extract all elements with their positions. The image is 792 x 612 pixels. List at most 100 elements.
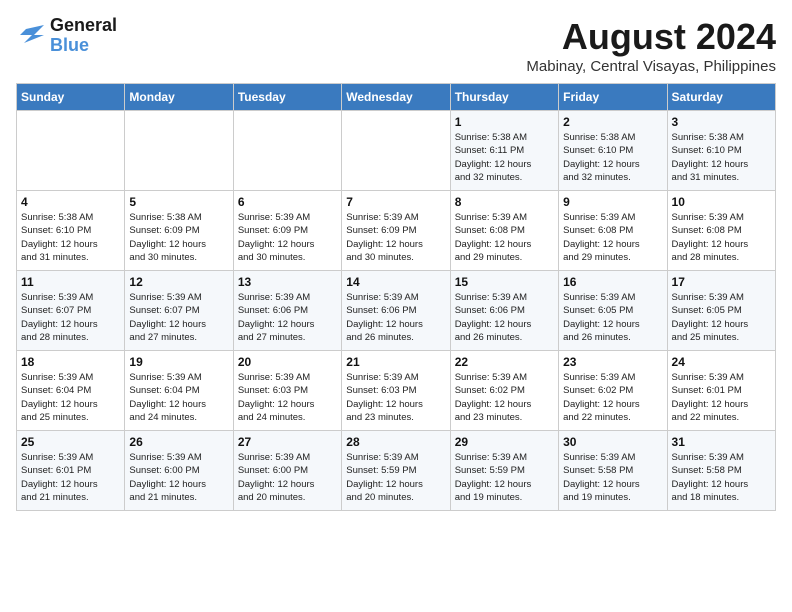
calendar-cell: 13Sunrise: 5:39 AM Sunset: 6:06 PM Dayli… <box>233 271 341 351</box>
week-row-4: 18 Sunrise: 5:39 AM Sunset: 6:04 PM Dayli… <box>17 351 776 431</box>
calendar-cell: 31 Sunrise: 5:39 AM Sunset: 5:58 PM Dayli… <box>667 431 775 511</box>
day-number: 11 <box>21 275 120 289</box>
day-info: Sunrise: 5:38 AM Sunset: 6:10 PM Dayligh… <box>563 131 662 184</box>
calendar-cell: 30 Sunrise: 5:39 AM Sunset: 5:58 PM Dayli… <box>559 431 667 511</box>
calendar-cell <box>233 111 341 191</box>
day-info: Sunrise: 5:38 AM Sunset: 6:09 PM Dayligh… <box>129 211 228 264</box>
logo-text: General Blue <box>50 16 117 56</box>
day-info: Sunrise: 5:38 AM Sunset: 6:11 PM Dayligh… <box>455 131 554 184</box>
day-info: Sunrise: 5:39 AM Sunset: 6:04 PM Dayligh… <box>129 371 228 424</box>
day-number: 29 <box>455 435 554 449</box>
week-row-2: 4 Sunrise: 5:38 AM Sunset: 6:10 PM Daylig… <box>17 191 776 271</box>
day-info: Sunrise: 5:39 AM Sunset: 5:58 PM Dayligh… <box>672 451 771 504</box>
day-info: Sunrise: 5:39 AM Sunset: 6:04 PM Dayligh… <box>21 371 120 424</box>
weekday-header-sunday: Sunday <box>17 84 125 111</box>
calendar-cell: 19 Sunrise: 5:39 AM Sunset: 6:04 PM Dayli… <box>125 351 233 431</box>
day-number: 18 <box>21 355 120 369</box>
day-number: 30 <box>563 435 662 449</box>
calendar-cell: 17 Sunrise: 5:39 AM Sunset: 6:05 PM Dayli… <box>667 271 775 351</box>
day-info: Sunrise: 5:39 AM Sunset: 6:01 PM Dayligh… <box>21 451 120 504</box>
calendar-cell: 2 Sunrise: 5:38 AM Sunset: 6:10 PM Daylig… <box>559 111 667 191</box>
calendar-cell: 18 Sunrise: 5:39 AM Sunset: 6:04 PM Dayli… <box>17 351 125 431</box>
title-block: August 2024 Mabinay, Central Visayas, Ph… <box>526 16 776 75</box>
calendar-cell: 25Sunrise: 5:39 AM Sunset: 6:01 PM Dayli… <box>17 431 125 511</box>
day-number: 14 <box>346 275 445 289</box>
calendar-cell: 28 Sunrise: 5:39 AM Sunset: 5:59 PM Dayli… <box>342 431 450 511</box>
day-info: Sunrise: 5:39 AM Sunset: 6:08 PM Dayligh… <box>672 211 771 264</box>
day-number: 1 <box>455 115 554 129</box>
calendar-cell: 21Sunrise: 5:39 AM Sunset: 6:03 PM Dayli… <box>342 351 450 431</box>
day-info: Sunrise: 5:39 AM Sunset: 6:00 PM Dayligh… <box>129 451 228 504</box>
weekday-header-thursday: Thursday <box>450 84 558 111</box>
calendar-cell <box>342 111 450 191</box>
weekday-header-friday: Friday <box>559 84 667 111</box>
day-info: Sunrise: 5:38 AM Sunset: 6:10 PM Dayligh… <box>21 211 120 264</box>
day-number: 27 <box>238 435 337 449</box>
logo-icon <box>16 21 46 51</box>
calendar-cell: 6 Sunrise: 5:39 AM Sunset: 6:09 PM Daylig… <box>233 191 341 271</box>
calendar-cell <box>17 111 125 191</box>
calendar-cell: 10 Sunrise: 5:39 AM Sunset: 6:08 PM Dayli… <box>667 191 775 271</box>
day-number: 6 <box>238 195 337 209</box>
day-number: 31 <box>672 435 771 449</box>
logo-line2: Blue <box>50 35 89 55</box>
day-info: Sunrise: 5:39 AM Sunset: 5:58 PM Dayligh… <box>563 451 662 504</box>
day-info: Sunrise: 5:39 AM Sunset: 6:02 PM Dayligh… <box>455 371 554 424</box>
location-subtitle: Mabinay, Central Visayas, Philippines <box>526 58 776 75</box>
calendar-cell: 14 Sunrise: 5:39 AM Sunset: 6:06 PM Dayli… <box>342 271 450 351</box>
calendar-cell: 15Sunrise: 5:39 AM Sunset: 6:06 PM Dayli… <box>450 271 558 351</box>
calendar-cell: 4 Sunrise: 5:38 AM Sunset: 6:10 PM Daylig… <box>17 191 125 271</box>
day-info: Sunrise: 5:39 AM Sunset: 6:07 PM Dayligh… <box>129 291 228 344</box>
weekday-header-row: SundayMondayTuesdayWednesdayThursdayFrid… <box>17 84 776 111</box>
day-number: 2 <box>563 115 662 129</box>
calendar-cell: 8 Sunrise: 5:39 AM Sunset: 6:08 PM Daylig… <box>450 191 558 271</box>
day-number: 13 <box>238 275 337 289</box>
logo-line1: General <box>50 16 117 36</box>
weekday-header-monday: Monday <box>125 84 233 111</box>
day-number: 16 <box>563 275 662 289</box>
week-row-5: 25Sunrise: 5:39 AM Sunset: 6:01 PM Dayli… <box>17 431 776 511</box>
day-number: 3 <box>672 115 771 129</box>
calendar-cell: 1 Sunrise: 5:38 AM Sunset: 6:11 PM Daylig… <box>450 111 558 191</box>
day-number: 28 <box>346 435 445 449</box>
calendar-cell: 16Sunrise: 5:39 AM Sunset: 6:05 PM Dayli… <box>559 271 667 351</box>
day-number: 9 <box>563 195 662 209</box>
day-info: Sunrise: 5:39 AM Sunset: 6:05 PM Dayligh… <box>672 291 771 344</box>
page-header: General Blue August 2024 Mabinay, Centra… <box>16 16 776 75</box>
day-number: 22 <box>455 355 554 369</box>
day-info: Sunrise: 5:39 AM Sunset: 5:59 PM Dayligh… <box>455 451 554 504</box>
day-info: Sunrise: 5:39 AM Sunset: 6:06 PM Dayligh… <box>346 291 445 344</box>
calendar-cell: 26Sunrise: 5:39 AM Sunset: 6:00 PM Dayli… <box>125 431 233 511</box>
day-info: Sunrise: 5:39 AM Sunset: 6:03 PM Dayligh… <box>238 371 337 424</box>
calendar-cell: 22 Sunrise: 5:39 AM Sunset: 6:02 PM Dayli… <box>450 351 558 431</box>
calendar-table: SundayMondayTuesdayWednesdayThursdayFrid… <box>16 83 776 511</box>
week-row-1: 1 Sunrise: 5:38 AM Sunset: 6:11 PM Daylig… <box>17 111 776 191</box>
day-number: 19 <box>129 355 228 369</box>
day-info: Sunrise: 5:39 AM Sunset: 6:07 PM Dayligh… <box>21 291 120 344</box>
day-info: Sunrise: 5:38 AM Sunset: 6:10 PM Dayligh… <box>672 131 771 184</box>
day-info: Sunrise: 5:39 AM Sunset: 6:08 PM Dayligh… <box>455 211 554 264</box>
day-info: Sunrise: 5:39 AM Sunset: 5:59 PM Dayligh… <box>346 451 445 504</box>
day-number: 4 <box>21 195 120 209</box>
logo: General Blue <box>16 16 117 56</box>
day-info: Sunrise: 5:39 AM Sunset: 6:06 PM Dayligh… <box>455 291 554 344</box>
weekday-header-saturday: Saturday <box>667 84 775 111</box>
week-row-3: 11 Sunrise: 5:39 AM Sunset: 6:07 PM Dayli… <box>17 271 776 351</box>
day-number: 10 <box>672 195 771 209</box>
day-info: Sunrise: 5:39 AM Sunset: 6:09 PM Dayligh… <box>346 211 445 264</box>
calendar-cell: 7 Sunrise: 5:39 AM Sunset: 6:09 PM Daylig… <box>342 191 450 271</box>
day-info: Sunrise: 5:39 AM Sunset: 6:08 PM Dayligh… <box>563 211 662 264</box>
calendar-cell: 3 Sunrise: 5:38 AM Sunset: 6:10 PM Daylig… <box>667 111 775 191</box>
day-info: Sunrise: 5:39 AM Sunset: 6:02 PM Dayligh… <box>563 371 662 424</box>
calendar-cell: 23Sunrise: 5:39 AM Sunset: 6:02 PM Dayli… <box>559 351 667 431</box>
day-info: Sunrise: 5:39 AM Sunset: 6:01 PM Dayligh… <box>672 371 771 424</box>
calendar-cell: 9 Sunrise: 5:39 AM Sunset: 6:08 PM Daylig… <box>559 191 667 271</box>
day-number: 8 <box>455 195 554 209</box>
weekday-header-wednesday: Wednesday <box>342 84 450 111</box>
day-number: 17 <box>672 275 771 289</box>
calendar-cell: 5Sunrise: 5:38 AM Sunset: 6:09 PM Daylig… <box>125 191 233 271</box>
day-info: Sunrise: 5:39 AM Sunset: 6:00 PM Dayligh… <box>238 451 337 504</box>
calendar-cell: 24Sunrise: 5:39 AM Sunset: 6:01 PM Dayli… <box>667 351 775 431</box>
day-info: Sunrise: 5:39 AM Sunset: 6:09 PM Dayligh… <box>238 211 337 264</box>
day-number: 7 <box>346 195 445 209</box>
